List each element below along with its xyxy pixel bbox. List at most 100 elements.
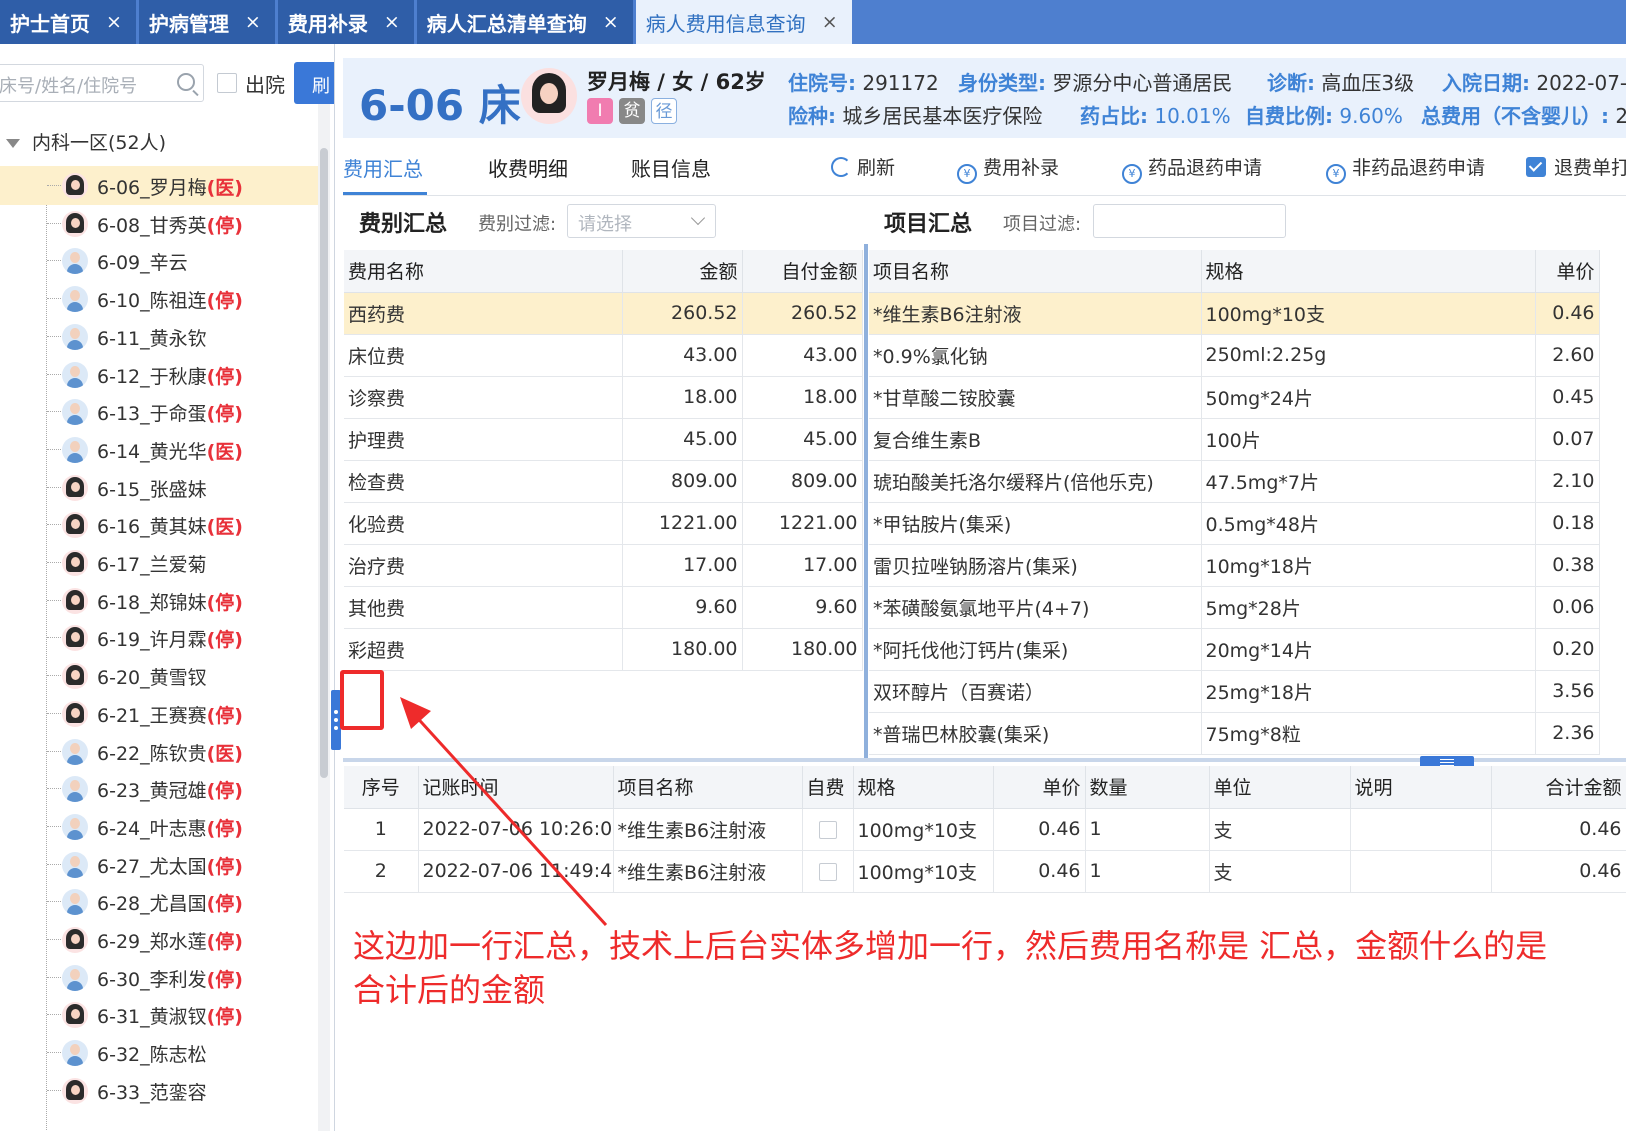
refresh-action[interactable]: 刷新	[831, 153, 895, 180]
tab-nurse-home[interactable]: 护士首页 ×	[0, 0, 136, 44]
tree-patient-item[interactable]: 6-19_许月霖(停)	[0, 618, 318, 657]
tree-patient-item[interactable]: 6-18_郑锦妹(停)	[0, 581, 318, 620]
col-self-pay[interactable]: 自付金额	[742, 250, 863, 293]
table-row[interactable]: 治疗费 17.00 17.00	[344, 544, 863, 587]
self-pay-checkbox[interactable]	[818, 820, 837, 839]
col-self-pay-flag[interactable]: 自费	[802, 766, 854, 809]
caret-down-icon[interactable]	[6, 139, 20, 148]
self-pay-checkbox-cell[interactable]	[802, 850, 854, 893]
self-pay-checkbox[interactable]	[818, 862, 837, 881]
table-row[interactable]: 雷贝拉唑钠肠溶片(集采) 10mg*18片 0.38	[869, 544, 1600, 587]
refresh-button[interactable]: 刷	[294, 62, 334, 104]
tree-patient-item[interactable]: 6-15_张盛妹	[0, 468, 318, 507]
table-row[interactable]: 2 2022-07-06 11:49:44 *维生素B6注射液 100mg*10支 0.…	[344, 850, 1626, 893]
female-avatar-icon	[62, 173, 88, 199]
drug-refund-action[interactable]: ¥ 药品退药申请	[1122, 153, 1262, 184]
col-unit-price[interactable]: 单价	[1535, 250, 1600, 293]
close-icon[interactable]: ×	[245, 11, 261, 33]
table-row[interactable]: *苯磺酸氨氯地平片(4+7) 5mg*28片 0.06	[869, 586, 1600, 629]
subtab-fee-summary[interactable]: 费用汇总	[343, 153, 423, 182]
table-row[interactable]: 双环醇片（百赛诺） 25mg*18片 3.56	[869, 670, 1600, 713]
table-row[interactable]: 化验费 1221.00 1221.00	[344, 502, 863, 545]
nondrug-refund-action[interactable]: ¥ 非药品退药申请	[1326, 153, 1485, 184]
table-row[interactable]: 护理费 45.00 45.00	[344, 418, 863, 461]
table-row[interactable]: 诊察费 18.00 18.00	[344, 376, 863, 419]
tree-patient-item[interactable]: 6-29_郑水莲(停)	[0, 920, 318, 959]
tab-ward-management[interactable]: 护病管理 ×	[138, 0, 275, 44]
table-row[interactable]: 1 2022-07-06 10:26:02 *维生素B6注射液 100mg*10支 0.…	[344, 808, 1626, 851]
tab-patient-fee-query[interactable]: 病人费用信息查询 ×	[635, 0, 852, 44]
tree-patient-item[interactable]: 6-20_黄雪钗	[0, 656, 318, 695]
table-row[interactable]: 检查费 809.00 809.00	[344, 460, 863, 503]
table-row[interactable]: *阿托伐他汀钙片(集采) 20mg*14片 0.20	[869, 628, 1600, 671]
tree-patient-item[interactable]: 6-14_黄光华(医)	[0, 430, 318, 469]
item-filter-input[interactable]	[1093, 204, 1286, 238]
table-row[interactable]: 琥珀酸美托洛尔缓释片(倍他乐克) 47.5mg*7片 2.10	[869, 460, 1600, 503]
col-item-name[interactable]: 项目名称	[869, 250, 1202, 293]
col-fee-name[interactable]: 费用名称	[344, 250, 623, 293]
tree-patient-item[interactable]: 6-24_叶志惠(停)	[0, 807, 318, 846]
col-remark[interactable]: 说明	[1350, 766, 1492, 809]
refund-single-action[interactable]: 退费单打	[1526, 153, 1626, 180]
tab-fee-supplement[interactable]: 费用补录 ×	[277, 0, 414, 44]
col-unit-price[interactable]: 单价	[993, 766, 1086, 809]
search-icon[interactable]	[177, 73, 195, 91]
table-row[interactable]: *0.9%氯化钠 250ml:2.25g 2.60	[869, 334, 1600, 377]
fee-filter-select[interactable]: 请选择	[567, 204, 716, 238]
table-row[interactable]: *甲钴胺片(集采) 0.5mg*48片 0.18	[869, 502, 1600, 545]
col-unit[interactable]: 单位	[1209, 766, 1351, 809]
fee-supplement-action[interactable]: ¥ 费用补录	[957, 153, 1059, 184]
subtab-charge-detail[interactable]: 收费明细	[488, 153, 568, 182]
table-row[interactable]: 其他费 9.60 9.60	[344, 586, 863, 629]
tree-patient-item[interactable]: 6-23_黄冠雄(停)	[0, 769, 318, 808]
checkbox-checked-icon[interactable]	[1526, 157, 1546, 177]
tree-patient-item[interactable]: 6-09_辛云	[0, 241, 318, 280]
tree-patient-item[interactable]: 6-21_王赛赛(停)	[0, 694, 318, 733]
col-spec[interactable]: 规格	[1201, 250, 1536, 293]
tree-patient-item[interactable]: 6-12_于秋康(停)	[0, 355, 318, 394]
table-row[interactable]: 床位费 43.00 43.00	[344, 334, 863, 377]
tree-patient-item[interactable]: 6-13_于命蛋(停)	[0, 392, 318, 431]
table-row[interactable]: 复合维生素B 100片 0.07	[869, 418, 1600, 461]
annotation-note: 这边加一行汇总，技术上后台实体多增加一行，然后费用名称是 汇总，金额什么的是合计…	[353, 927, 1548, 1009]
close-icon[interactable]: ×	[106, 11, 122, 33]
sidebar-scrollbar[interactable]	[318, 104, 330, 1131]
tree-root-ward[interactable]: 内科一区(52人)	[6, 128, 166, 155]
tree-patient-item[interactable]: 6-33_范銮容	[0, 1071, 318, 1110]
tree-patient-item[interactable]: 6-22_陈钦贵(医)	[0, 732, 318, 771]
table-row[interactable]: 彩超费 180.00 180.00	[344, 628, 863, 671]
tree-patient-item[interactable]: 6-28_尤昌国(停)	[0, 882, 318, 921]
col-quantity[interactable]: 数量	[1085, 766, 1210, 809]
col-total[interactable]: 合计金额	[1491, 766, 1626, 809]
tree-patient-item[interactable]: 6-17_兰爱菊	[0, 543, 318, 582]
tree-patient-item[interactable]: 6-27_尤太国(停)	[0, 845, 318, 884]
table-row[interactable]: *普瑞巴林胶囊(集采) 75mg*8粒 2.36	[869, 712, 1600, 755]
tree-patient-item[interactable]: 6-06_罗月梅(医)	[0, 166, 318, 205]
tree-patient-item[interactable]: 6-30_李利发(停)	[0, 958, 318, 997]
tree-connector	[47, 373, 61, 375]
self-pay-checkbox-cell[interactable]	[802, 808, 854, 851]
tree-patient-item[interactable]: 6-08_甘秀英(停)	[0, 204, 318, 243]
scrollbar-thumb[interactable]	[320, 148, 328, 778]
tree-patient-item[interactable]: 6-11_黄永钦	[0, 317, 318, 356]
tree-patient-item[interactable]: 6-16_黄其妹(医)	[0, 505, 318, 544]
col-post-time[interactable]: 记账时间	[418, 766, 614, 809]
col-seq[interactable]: 序号	[344, 766, 419, 809]
tree-patient-item[interactable]: 6-10_陈祖连(停)	[0, 279, 318, 318]
table-row[interactable]: *甘草酸二铵胶囊 50mg*24片 0.45	[869, 376, 1600, 419]
table-vertical-divider[interactable]	[864, 244, 868, 760]
close-icon[interactable]: ×	[384, 11, 400, 33]
search-input[interactable]: 床号/姓名/住院号	[0, 64, 204, 102]
subtab-account-info[interactable]: 账目信息	[631, 153, 711, 182]
close-icon[interactable]: ×	[822, 11, 838, 33]
col-spec[interactable]: 规格	[853, 766, 994, 809]
col-item-name[interactable]: 项目名称	[613, 766, 803, 809]
close-icon[interactable]: ×	[603, 11, 619, 33]
discharged-checkbox[interactable]	[217, 73, 237, 93]
tree-patient-item[interactable]: 6-31_黄淑钗(停)	[0, 995, 318, 1034]
tab-patient-summary-query[interactable]: 病人汇总清单查询 ×	[416, 0, 633, 44]
table-row[interactable]: *维生素B6注射液 100mg*10支 0.46	[869, 292, 1600, 335]
col-amount[interactable]: 金额	[622, 250, 743, 293]
table-row[interactable]: 西药费 260.52 260.52	[344, 292, 863, 335]
tree-patient-item[interactable]: 6-32_陈志松	[0, 1033, 318, 1072]
